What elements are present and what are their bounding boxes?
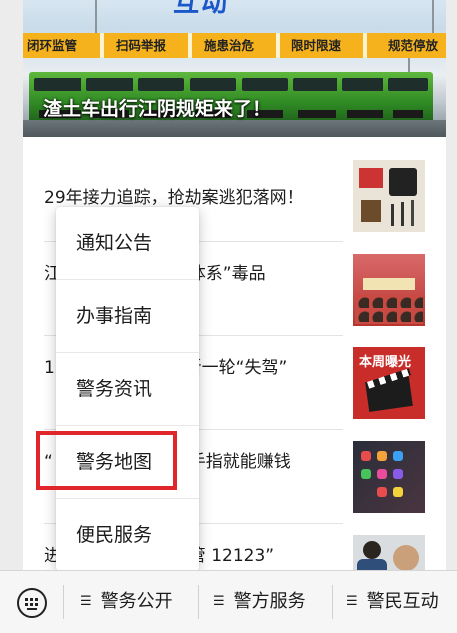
weekly-exposure-photo-thumb: 本周曝光 xyxy=(353,347,425,419)
tag-separator xyxy=(188,33,192,58)
menu-separator xyxy=(332,585,333,619)
people-photo-thumb xyxy=(353,535,425,570)
banner-tag: 限时限速 xyxy=(291,38,342,53)
phone-apps-photo-thumb xyxy=(353,441,425,513)
keyboard-icon[interactable] xyxy=(17,588,47,618)
banner[interactable]: 互动 闭环监管 扫码举报 施患治危 限时限速 规范停放 渣土车出行江阴规矩来了！ xyxy=(23,0,446,137)
menu-lines-icon: ☰ xyxy=(346,594,358,609)
bottom-menu-interaction[interactable]: ☰ 警民互动 xyxy=(346,571,439,633)
menu-lines-icon: ☰ xyxy=(80,594,92,609)
menu-item-guide[interactable]: 办事指南 xyxy=(56,280,199,352)
menu-separator xyxy=(63,585,64,619)
tag-separator xyxy=(276,33,280,58)
ground xyxy=(23,120,446,137)
bottom-menu-label: 警务公开 xyxy=(100,591,173,612)
bottom-menu-label: 警方服务 xyxy=(233,591,306,612)
pole xyxy=(432,0,434,33)
banner-logo: 互动 xyxy=(173,0,230,18)
banner-tag: 闭环监管 xyxy=(27,38,78,53)
pole xyxy=(95,0,97,33)
banner-tag: 扫码举报 xyxy=(116,38,167,53)
popup-menu: 通知公告 办事指南 警务资讯 警务地图 便民服务 xyxy=(56,207,199,571)
menu-item-convenience-services[interactable]: 便民服务 xyxy=(56,499,199,571)
banner-tag-row: 闭环监管 扫码举报 施患治危 限时限速 规范停放 xyxy=(23,33,446,58)
group-photo-thumb xyxy=(353,254,425,326)
bottom-menu-police-services[interactable]: ☰ 警方服务 xyxy=(213,571,306,633)
highlight-box xyxy=(36,431,177,490)
tag-separator xyxy=(363,33,367,58)
banner-caption: 渣土车出行江阴规矩来了！ xyxy=(43,98,272,120)
banner-tag: 施患治危 xyxy=(204,38,255,53)
truck-image xyxy=(383,72,433,124)
menu-item-police-news[interactable]: 警务资讯 xyxy=(56,353,199,425)
menu-lines-icon: ☰ xyxy=(213,594,225,609)
menu-separator xyxy=(198,585,199,619)
banner-tag: 规范停放 xyxy=(388,38,439,53)
evidence-photo-thumb xyxy=(353,160,425,232)
bottom-menu-label: 警民互动 xyxy=(366,591,439,612)
thumb-text: 本周曝光 xyxy=(359,355,412,370)
tag-separator xyxy=(100,33,104,58)
bottom-menu-police-affairs[interactable]: ☰ 警务公开 xyxy=(80,571,173,633)
bottom-menu-bar: ☰ 警务公开 ☰ 警方服务 ☰ 警民互动 xyxy=(0,570,457,633)
menu-item-notices[interactable]: 通知公告 xyxy=(56,207,199,279)
